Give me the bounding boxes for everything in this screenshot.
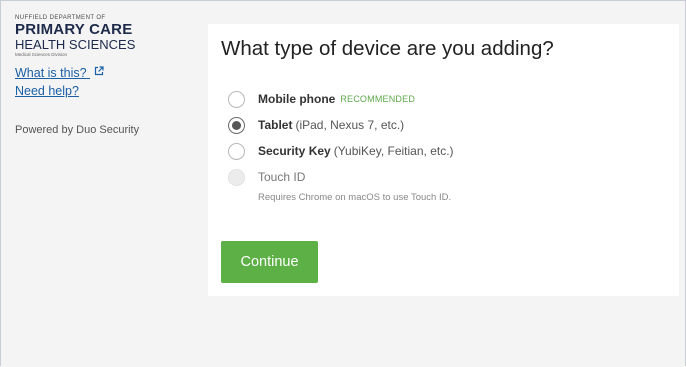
option-security-key[interactable]: Security Key (YubiKey, Feitian, etc.) [228, 138, 454, 164]
option-label: Tablet [258, 118, 293, 132]
page-title: What type of device are you adding? [221, 37, 554, 60]
option-tablet[interactable]: Tablet (iPad, Nexus 7, etc.) [228, 112, 454, 138]
radio-mobile-phone[interactable] [228, 90, 245, 108]
option-detail: (YubiKey, Feitian, etc.) [333, 144, 454, 158]
option-label: Security Key [258, 144, 331, 158]
radio-touch-id [228, 168, 245, 186]
what-is-this-link[interactable]: What is this? [15, 66, 195, 80]
option-mobile-phone[interactable]: Mobile phone RECOMMENDED [228, 86, 454, 112]
what-is-this-label: What is this? [15, 65, 87, 80]
option-detail: (iPad, Nexus 7, etc.) [295, 118, 405, 132]
powered-by-text: Powered by Duo Security [15, 123, 140, 136]
logo-division: Medical Sciences Division [15, 52, 68, 57]
device-selection-panel: What type of device are you adding? Mobi… [208, 24, 679, 296]
option-label: Mobile phone [258, 92, 336, 106]
need-help-link[interactable]: Need help? [15, 84, 195, 98]
page-frame: NUFFIELD DEPARTMENT OF PRIMARY CARE HEAL… [0, 0, 686, 366]
option-touch-id: Touch ID [228, 164, 454, 190]
radio-tablet[interactable] [228, 116, 245, 134]
continue-button[interactable]: Continue [221, 241, 318, 283]
touch-id-hint: Requires Chrome on macOS to use Touch ID… [258, 192, 452, 203]
sidebar: NUFFIELD DEPARTMENT OF PRIMARY CARE HEAL… [15, 15, 195, 136]
organization-logo: NUFFIELD DEPARTMENT OF PRIMARY CARE HEAL… [15, 15, 195, 58]
option-label: Touch ID [258, 170, 306, 184]
logo-title: PRIMARY CARE [15, 21, 133, 38]
external-link-icon [94, 65, 104, 75]
recommended-badge: RECOMMENDED [340, 94, 416, 104]
device-options: Mobile phone RECOMMENDED Tablet (iPad, N… [228, 86, 454, 203]
radio-security-key[interactable] [228, 142, 245, 160]
logo-subtitle: HEALTH SCIENCES [15, 37, 136, 52]
